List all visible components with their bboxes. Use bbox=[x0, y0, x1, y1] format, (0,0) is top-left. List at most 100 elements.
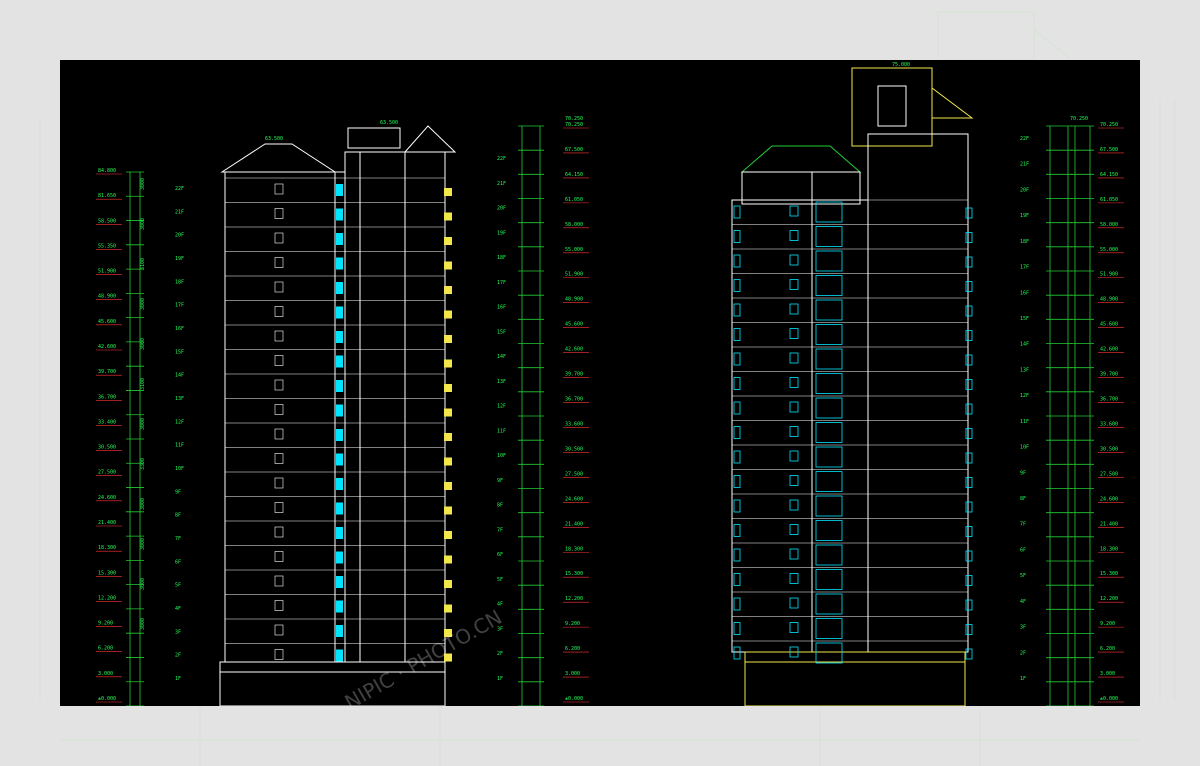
left-floor-label: 16F bbox=[175, 326, 184, 332]
left-right-elevation-value: 18.300 bbox=[565, 546, 583, 552]
left-right-elevation-value: 30.500 bbox=[565, 446, 583, 452]
left-window bbox=[274, 551, 284, 562]
right-curtain-wall bbox=[815, 446, 843, 468]
right-elevation-value: 48.900 bbox=[1100, 297, 1118, 303]
left-floor-label: 13F bbox=[175, 396, 184, 402]
left-window bbox=[274, 208, 284, 219]
left-elevation-value: 58.500 bbox=[98, 218, 116, 224]
right-window bbox=[789, 573, 799, 584]
left-right-elevation-value: 3.000 bbox=[565, 671, 580, 677]
right-floor-label: 15F bbox=[1020, 316, 1029, 322]
dimension-text: 3300 bbox=[140, 458, 146, 470]
right-side-window bbox=[733, 303, 741, 317]
left-window bbox=[274, 183, 284, 195]
elevation-drawing: 84.800 81.650 58.500 55.350 51.900 48.900 45.6… bbox=[96, 62, 1124, 706]
right-balcony-window bbox=[965, 330, 973, 341]
left-right-floor-label: 13F bbox=[497, 379, 506, 385]
left-right-elevation-value: 64.150 bbox=[565, 172, 583, 178]
left-floor-label: 12F bbox=[175, 419, 184, 425]
left-floor-label: 15F bbox=[175, 349, 184, 355]
right-balcony-window bbox=[965, 501, 973, 513]
left-stair-window bbox=[336, 502, 343, 515]
right-side-window bbox=[733, 254, 741, 268]
left-right-elevation-value: 67.500 bbox=[565, 147, 583, 153]
right-floor-label: 2F bbox=[1020, 650, 1026, 656]
left-stair-window bbox=[336, 380, 343, 392]
left-right-floor-label: 10F bbox=[497, 453, 506, 459]
left-right-elevation-value: 45.600 bbox=[565, 322, 583, 328]
right-floor-label: 17F bbox=[1020, 265, 1029, 271]
right-side-window bbox=[733, 426, 741, 439]
right-side-window bbox=[733, 475, 741, 488]
left-window bbox=[274, 502, 284, 513]
right-balcony-window bbox=[965, 599, 973, 611]
right-curtain-wall bbox=[815, 642, 843, 664]
right-balcony-window bbox=[965, 207, 973, 219]
left-stair-window bbox=[336, 453, 343, 466]
left-elevation-value: 55.350 bbox=[98, 243, 116, 249]
right-window bbox=[789, 426, 799, 437]
right-balcony-window bbox=[965, 624, 973, 635]
right-elevation-value: 12.200 bbox=[1100, 596, 1118, 602]
left-elevation-value: 45.600 bbox=[98, 319, 116, 325]
left-stair-window bbox=[336, 576, 343, 588]
left-floor-label: 11F bbox=[175, 443, 184, 449]
right-curtain-wall bbox=[815, 226, 843, 247]
left-elevation-value: 84.800 bbox=[98, 168, 116, 174]
dimension-text: 3000 bbox=[140, 538, 146, 550]
left-window bbox=[274, 600, 284, 611]
left-balcony bbox=[444, 237, 452, 245]
right-balcony-window bbox=[965, 428, 973, 439]
right-window bbox=[789, 401, 799, 413]
left-floor-label: 3F bbox=[175, 629, 181, 635]
right-curtain-wall bbox=[815, 618, 843, 639]
left-right-floor-label: 14F bbox=[497, 354, 506, 360]
left-stair-window bbox=[336, 625, 343, 637]
left-elevation-value: 42.600 bbox=[98, 344, 116, 350]
left-right-floor-label: 12F bbox=[497, 404, 506, 410]
right-balcony-window bbox=[965, 232, 973, 243]
right-window bbox=[789, 524, 799, 535]
right-window bbox=[789, 475, 799, 486]
dimension-text: 3000 bbox=[140, 498, 146, 510]
left-elevation-value: ±0.000 bbox=[98, 696, 116, 702]
left-right-elevation-value: 33.600 bbox=[565, 421, 583, 427]
left-floor-label: 8F bbox=[175, 513, 181, 519]
left-balcony bbox=[444, 604, 452, 613]
right-balcony-window bbox=[965, 403, 973, 415]
right-side-window bbox=[733, 352, 741, 366]
right-curtain-wall bbox=[815, 569, 843, 590]
left-window bbox=[274, 306, 284, 317]
left-elevation-value: 48.900 bbox=[98, 294, 116, 300]
left-floor-label: 2F bbox=[175, 653, 181, 659]
left-right-elevation-value: 48.900 bbox=[565, 297, 583, 303]
dimension-text: 3000 bbox=[140, 578, 146, 590]
cad-drawing-canvas[interactable]: 84.800 81.650 58.500 55.350 51.900 48.900 45.6… bbox=[60, 60, 1140, 706]
left-right-floor-label: 7F bbox=[497, 527, 503, 533]
left-right-floor-label: 22F bbox=[497, 156, 506, 162]
right-window bbox=[789, 597, 799, 609]
left-right-floor-label: 8F bbox=[497, 503, 503, 509]
right-balcony-window bbox=[965, 281, 973, 292]
right-window bbox=[789, 205, 799, 217]
dimension-text: 3000 bbox=[140, 418, 146, 430]
left-stair-window bbox=[336, 404, 343, 417]
right-floor-label: 6F bbox=[1020, 547, 1026, 553]
right-floor-label: 5F bbox=[1020, 573, 1026, 579]
right-elevation-value: 6.200 bbox=[1100, 646, 1115, 652]
left-balcony bbox=[444, 555, 452, 564]
right-elevation-value: 39.700 bbox=[1100, 372, 1118, 378]
right-balcony-window bbox=[965, 452, 973, 464]
left-elevation-value: 27.500 bbox=[98, 470, 116, 476]
left-floor-label: 17F bbox=[175, 303, 184, 309]
left-window bbox=[274, 281, 284, 293]
left-balcony bbox=[444, 310, 452, 319]
left-floor-label: 6F bbox=[175, 559, 181, 565]
right-floor-label: 11F bbox=[1020, 419, 1029, 425]
dimension-text: 3100 bbox=[140, 258, 146, 270]
right-curtain-wall bbox=[815, 422, 843, 443]
right-curtain-wall bbox=[815, 348, 843, 370]
left-floor-label: 9F bbox=[175, 489, 181, 495]
right-side-window bbox=[733, 573, 741, 586]
right-floor-label: 4F bbox=[1020, 599, 1026, 605]
